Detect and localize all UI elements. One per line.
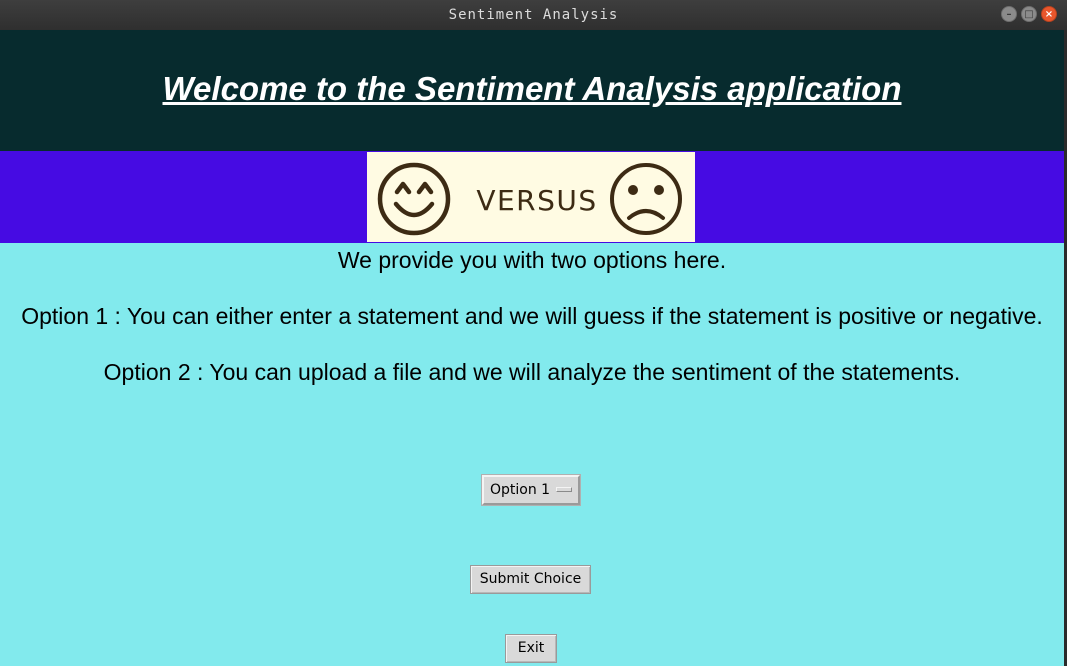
sad-face-icon: [610, 163, 682, 235]
title-bar: Sentiment Analysis – □ ×: [0, 0, 1067, 30]
happy-face-icon: [377, 162, 451, 236]
option1-description: Option 1 : You can either enter a statem…: [21, 303, 1043, 329]
option-dropdown-value: Option 1: [490, 482, 551, 498]
versus-label: VERSUS: [476, 184, 597, 217]
banner: VERSUS: [0, 151, 1064, 243]
app-window: Sentiment Analysis – □ × Welcome to the …: [0, 0, 1067, 666]
welcome-title: Welcome to the Sentiment Analysis applic…: [162, 70, 902, 107]
minimize-button[interactable]: –: [1001, 6, 1017, 22]
main-content: We provide you with two options here. Op…: [0, 243, 1064, 666]
dropdown-indicator-icon: [556, 487, 572, 492]
maximize-button[interactable]: □: [1021, 6, 1037, 22]
exit-button[interactable]: Exit: [505, 634, 557, 663]
submit-choice-button[interactable]: Submit Choice: [470, 565, 591, 594]
option-dropdown[interactable]: Option 1: [481, 474, 581, 506]
versus-image: VERSUS: [367, 152, 695, 242]
window-title: Sentiment Analysis: [448, 7, 619, 23]
option2-description: Option 2 : You can upload a file and we …: [103, 359, 961, 385]
close-button[interactable]: ×: [1041, 6, 1057, 22]
intro-line: We provide you with two options here.: [337, 247, 727, 273]
header: Welcome to the Sentiment Analysis applic…: [0, 30, 1064, 151]
